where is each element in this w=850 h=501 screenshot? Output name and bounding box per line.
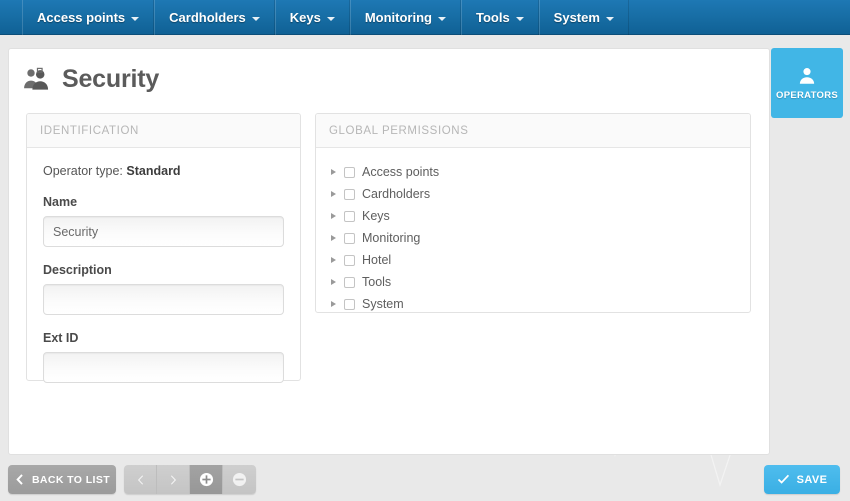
plus-circle-icon [199,472,213,487]
minus-circle-icon [232,472,247,487]
permissions-panel-title: GLOBAL PERMISSIONS [329,124,469,137]
permission-checkbox[interactable] [344,210,355,222]
bottom-toolbar: BACK TO LIST SAVE [0,460,850,501]
add-record-button[interactable] [190,465,223,494]
permission-label: Cardholders [362,187,431,201]
operator-type-value: Standard [126,164,181,178]
permission-label: System [362,297,404,311]
permission-checkbox[interactable] [344,232,355,244]
nav-item-keys[interactable]: Keys [274,0,350,35]
permission-checkbox[interactable] [344,166,355,178]
permission-row-system[interactable]: System [322,293,750,315]
expand-arrow-icon[interactable] [322,235,344,241]
permission-label: Monitoring [362,231,421,245]
permission-label: Tools [362,275,392,289]
nav-item-access-points[interactable]: Access points [22,0,155,35]
operator-type-row: Operator type: Standard [43,164,284,178]
nav-item-label: Access points [37,10,126,25]
nav-item-cardholders[interactable]: Cardholders [154,0,275,35]
permission-row-monitoring[interactable]: Monitoring [322,227,750,249]
ext-id-field-block: Ext ID [43,331,284,383]
check-icon [777,474,789,484]
permission-row-keys[interactable]: Keys [322,205,750,227]
description-field-label: Description [43,263,112,277]
identification-panel-header: IDENTIFICATION [27,114,300,148]
chevron-down-icon [251,16,260,21]
name-field-block: Name [43,195,284,247]
identification-panel-title: IDENTIFICATION [40,124,139,137]
expand-arrow-icon[interactable] [322,191,344,197]
permissions-panel-header: GLOBAL PERMISSIONS [316,114,750,148]
main-navbar: Access points Cardholders Keys Monitorin… [0,0,850,35]
permission-row-cardholders[interactable]: Cardholders [322,183,750,205]
chevron-down-icon [605,16,614,21]
panels-container: IDENTIFICATION Operator type: Standard N… [9,107,769,383]
expand-arrow-icon[interactable] [322,301,344,307]
chevron-down-icon [326,16,335,21]
nav-item-tools[interactable]: Tools [460,0,539,35]
chevron-left-icon [16,474,23,485]
permission-row-tools[interactable]: Tools [322,271,750,293]
expand-arrow-icon[interactable] [322,257,344,263]
nav-item-label: Tools [475,10,510,25]
permission-checkbox[interactable] [344,254,355,266]
nav-item-label: Cardholders [169,10,246,25]
permissions-tree: Access points Cardholders Keys Monitorin… [316,148,750,315]
back-to-list-button[interactable]: BACK TO LIST [8,465,116,494]
side-tab-label: OPERATORS [776,90,838,101]
description-field-block: Description [43,263,284,315]
permission-row-hotel[interactable]: Hotel [322,249,750,271]
permission-label: Hotel [362,253,392,267]
content-card: Security IDENTIFICATION Operator type: S… [8,48,770,455]
permission-label: Keys [362,209,390,223]
chevron-right-icon [170,474,176,485]
identification-panel-body: Operator type: Standard Name Description… [27,148,300,383]
nav-item-system[interactable]: System [538,0,629,35]
name-input[interactable] [43,216,284,247]
operator-type-label: Operator type: [43,164,123,178]
global-permissions-panel: GLOBAL PERMISSIONS Access points Cardhol… [315,113,751,313]
permission-row-access-points[interactable]: Access points [322,161,750,183]
next-record-button[interactable] [157,465,190,494]
expand-arrow-icon[interactable] [322,213,344,219]
prev-record-button[interactable] [124,465,157,494]
permission-checkbox[interactable] [344,276,355,288]
nav-item-label: System [553,10,600,25]
chevron-down-icon [515,16,524,21]
ext-id-field-label: Ext ID [43,331,79,345]
page-title: Security [62,64,160,93]
permission-checkbox[interactable] [344,298,355,310]
permission-checkbox[interactable] [344,188,355,200]
delete-record-button[interactable] [223,465,256,494]
chevron-left-icon [137,474,143,485]
description-input[interactable] [43,284,284,315]
expand-arrow-icon[interactable] [322,279,344,285]
permission-label: Access points [362,165,440,179]
ext-id-input[interactable] [43,352,284,383]
chevron-down-icon [437,16,446,21]
side-tab-operators[interactable]: OPERATORS [771,48,843,118]
name-field-label: Name [43,195,78,209]
nav-item-label: Keys [289,10,321,25]
save-button[interactable]: SAVE [764,465,840,494]
nav-item-monitoring[interactable]: Monitoring [349,0,461,35]
back-to-list-label: BACK TO LIST [31,473,111,486]
page-title-row: Security [9,49,769,107]
expand-arrow-icon[interactable] [322,169,344,175]
nav-item-label: Monitoring [364,10,432,25]
user-icon [799,68,815,84]
record-navigation-group [124,465,256,494]
page-body: OPERATORS Security IDENTIFICATION Operat… [0,35,850,501]
chevron-down-icon [131,16,140,21]
save-label: SAVE [796,473,828,486]
identification-panel: IDENTIFICATION Operator type: Standard N… [26,113,301,383]
operators-users-icon [24,67,49,90]
